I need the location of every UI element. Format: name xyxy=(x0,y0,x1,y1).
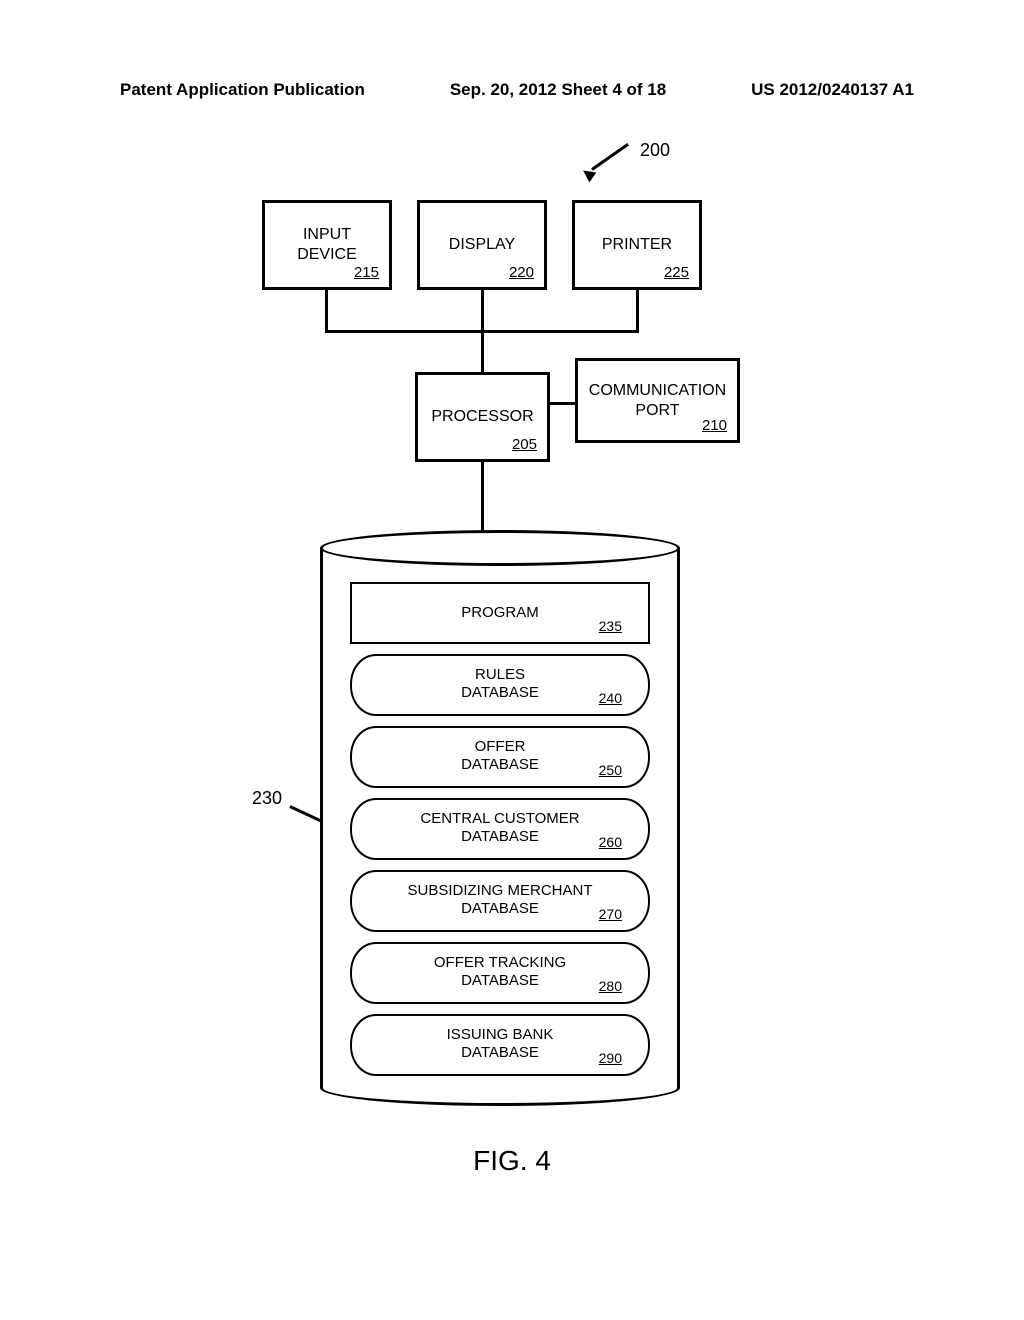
connector-line xyxy=(636,290,639,330)
connector-to-storage xyxy=(481,462,484,532)
input-device-ref: 215 xyxy=(354,264,379,281)
customer-db-ref: 260 xyxy=(599,834,622,850)
storage-item-rules-db: RULESDATABASE 240 xyxy=(350,654,650,716)
offer-db-ref: 250 xyxy=(599,762,622,778)
input-device-box: INPUTDEVICE 215 xyxy=(262,200,392,290)
connector-proc-comm xyxy=(550,402,575,405)
merchant-db-ref: 270 xyxy=(599,906,622,922)
storage-item-bank-db: ISSUING BANKDATABASE 290 xyxy=(350,1014,650,1076)
header-center: Sep. 20, 2012 Sheet 4 of 18 xyxy=(450,80,666,100)
commport-ref: 210 xyxy=(702,417,727,434)
connector-line xyxy=(325,290,328,330)
bank-db-ref: 290 xyxy=(599,1050,622,1066)
leader-line-200 xyxy=(591,143,629,171)
program-ref: 235 xyxy=(599,618,622,634)
connector-to-processor xyxy=(481,330,484,372)
printer-box: PRINTER 225 xyxy=(572,200,702,290)
system-ref-label: 200 xyxy=(640,140,670,161)
commport-label: COMMUNICATIONPORT xyxy=(589,381,726,421)
storage-cylinder: PROGRAM 235 RULESDATABASE 240 OFFERDATAB… xyxy=(320,530,680,1090)
storage-item-tracking-db: OFFER TRACKINGDATABASE 280 xyxy=(350,942,650,1004)
storage-item-program: PROGRAM 235 xyxy=(350,582,650,644)
tracking-db-ref: 280 xyxy=(599,978,622,994)
storage-item-merchant-db: SUBSIDIZING MERCHANTDATABASE 270 xyxy=(350,870,650,932)
diagram-container: 200 INPUTDEVICE 215 DISPLAY 220 PRINTER … xyxy=(0,140,1024,1120)
commport-box: COMMUNICATIONPORT 210 xyxy=(575,358,740,443)
processor-ref: 205 xyxy=(512,436,537,453)
header-left: Patent Application Publication xyxy=(120,80,365,100)
storage-item-offer-db: OFFERDATABASE 250 xyxy=(350,726,650,788)
processor-label: PROCESSOR xyxy=(431,407,533,427)
storage-ref-label: 230 xyxy=(252,788,282,809)
printer-label: PRINTER xyxy=(602,235,672,255)
input-device-label: INPUTDEVICE xyxy=(297,225,357,265)
cylinder-top xyxy=(320,530,680,566)
processor-box: PROCESSOR 205 xyxy=(415,372,550,462)
display-box: DISPLAY 220 xyxy=(417,200,547,290)
connector-line xyxy=(481,290,484,330)
header-right: US 2012/0240137 A1 xyxy=(751,80,914,100)
printer-ref: 225 xyxy=(664,264,689,281)
figure-label: FIG. 4 xyxy=(0,1145,1024,1177)
display-label: DISPLAY xyxy=(449,235,515,255)
rules-db-ref: 240 xyxy=(599,690,622,706)
display-ref: 220 xyxy=(509,264,534,281)
storage-item-customer-db: CENTRAL CUSTOMERDATABASE 260 xyxy=(350,798,650,860)
